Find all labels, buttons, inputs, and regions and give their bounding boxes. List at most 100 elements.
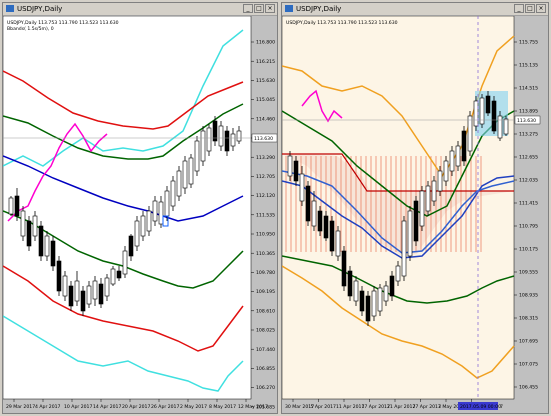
price-tick-label: 113.275 <box>519 132 538 138</box>
candle-body <box>146 210 152 232</box>
candle-body <box>449 150 455 172</box>
price-tick-label: 110.175 <box>519 247 538 253</box>
candle-body <box>176 170 182 197</box>
price-tick-label: 114.515 <box>519 86 538 92</box>
price-tick-label: 116.215 <box>256 59 275 65</box>
candle-body <box>353 280 359 302</box>
candle-body <box>164 190 170 217</box>
price-tick-label: 115.630 <box>256 78 275 84</box>
current-price-label: 113.630 <box>254 136 273 142</box>
minimize-button[interactable]: _ <box>514 4 524 13</box>
date-tick-label: 26 Apr 2017 <box>151 404 179 410</box>
price-tick-label: 108.935 <box>519 293 538 299</box>
price-tick-label: 107.695 <box>519 339 538 345</box>
candle-body <box>44 235 50 257</box>
candle-body <box>359 290 365 312</box>
price-tick-label: 112.035 <box>519 178 538 184</box>
price-tick-label: 115.755 <box>519 40 538 46</box>
candle-body <box>317 210 323 232</box>
current-price-label: 113.630 <box>517 118 536 124</box>
candle-body <box>425 185 431 212</box>
candle-body <box>206 127 212 152</box>
candle-body <box>218 125 224 147</box>
chart-info-label: USDJPY,Daily 113.753 113.790 113.523 113… <box>7 20 119 26</box>
close-button[interactable]: × <box>536 4 546 13</box>
candle-body <box>299 173 305 202</box>
candle-body <box>497 115 503 139</box>
price-tick-label: 109.195 <box>256 289 275 295</box>
candle-body <box>287 155 293 177</box>
candle-body <box>8 197 14 215</box>
candle-body <box>80 290 86 312</box>
candle-body <box>74 280 80 302</box>
maximize-button[interactable]: □ <box>525 4 535 13</box>
chart-info-label: USDJPY,Daily 113.753 113.790 113.523 113… <box>286 20 398 26</box>
candle-body <box>104 277 110 297</box>
candle-body <box>371 290 377 317</box>
candle-body <box>365 295 371 322</box>
candle-body <box>110 268 116 285</box>
price-tick-label: 111.415 <box>519 201 538 207</box>
date-tick-label: 21 Apr 2017 <box>387 404 415 410</box>
date-tick-label: 2 May 2017 <box>180 404 207 410</box>
price-tick-label: 116.800 <box>256 40 275 46</box>
chart-window-left[interactable]: USDJPY,Daily _ □ × USDJPY,Daily 113.753 … <box>2 2 278 414</box>
candle-body <box>473 100 479 127</box>
candle-body <box>50 240 56 267</box>
candle-body <box>134 220 140 247</box>
price-tick-label: 112.705 <box>256 174 275 180</box>
candle-body <box>455 145 461 167</box>
window-title: USDJPY,Daily <box>17 5 63 13</box>
candle-body <box>116 270 122 279</box>
date-tick-label: 14 Apr 2017 <box>93 404 121 410</box>
close-button[interactable]: × <box>265 4 275 13</box>
candle-body <box>32 215 38 237</box>
indicator-info-label: Bbands( 1.5s/5m), 0 <box>7 26 54 32</box>
date-highlight-suffix: 7 <box>500 404 503 410</box>
price-tick-label: 107.075 <box>519 362 538 368</box>
candle-body <box>236 130 242 142</box>
candle-body <box>62 275 68 297</box>
price-tick-label: 115.045 <box>256 97 275 103</box>
maximize-button[interactable]: □ <box>254 4 264 13</box>
price-tick-label: 106.855 <box>256 366 275 372</box>
price-chart[interactable]: USDJPY,Daily 113.753 113.790 113.523 113… <box>282 16 548 413</box>
candle-body <box>152 200 158 222</box>
minimize-button[interactable]: _ <box>243 4 253 13</box>
date-tick-label: 17 Apr 2017 <box>362 404 390 410</box>
candle-body <box>194 140 200 172</box>
candle-body <box>347 270 353 297</box>
candle-body <box>140 215 146 237</box>
candle-body <box>407 210 413 257</box>
price-tick-label: 111.535 <box>256 212 275 218</box>
candle-body <box>230 133 236 147</box>
date-highlight-label: 2017.05.09 00:00 <box>460 404 501 410</box>
window-titlebar[interactable]: USDJPY,Daily _ □ × <box>3 3 277 16</box>
candle-body <box>413 200 419 242</box>
date-tick-label: 27 Apr 2017 <box>413 404 441 410</box>
date-tick-label: 20 Apr 2017 <box>122 404 150 410</box>
candle-body <box>20 210 26 237</box>
price-tick-label: 106.455 <box>519 385 538 391</box>
candle-body <box>92 280 98 300</box>
candle-body <box>170 180 176 207</box>
candle-body <box>383 285 389 302</box>
candle-body <box>86 285 92 305</box>
candle-body <box>377 287 383 312</box>
price-chart[interactable]: USDJPY,Daily 113.753 113.790 113.523 113… <box>3 16 277 413</box>
candle-body <box>182 160 188 189</box>
chart-icon <box>285 5 293 12</box>
candle-body <box>443 160 449 182</box>
price-tick-label: 112.120 <box>256 193 275 199</box>
candle-body <box>323 215 329 239</box>
candle-body <box>485 95 491 114</box>
candle-body <box>188 157 194 185</box>
window-titlebar[interactable]: USDJPY,Daily _ □ × <box>282 3 548 16</box>
candle-body <box>335 230 341 257</box>
candle-body <box>491 100 497 132</box>
candle-body <box>38 225 44 257</box>
chart-icon <box>6 5 14 12</box>
price-tick-label: 109.555 <box>519 270 538 276</box>
candle-body <box>503 118 509 135</box>
chart-window-right[interactable]: USDJPY,Daily _ □ × USDJPY,Daily 113.753 … <box>281 2 549 414</box>
